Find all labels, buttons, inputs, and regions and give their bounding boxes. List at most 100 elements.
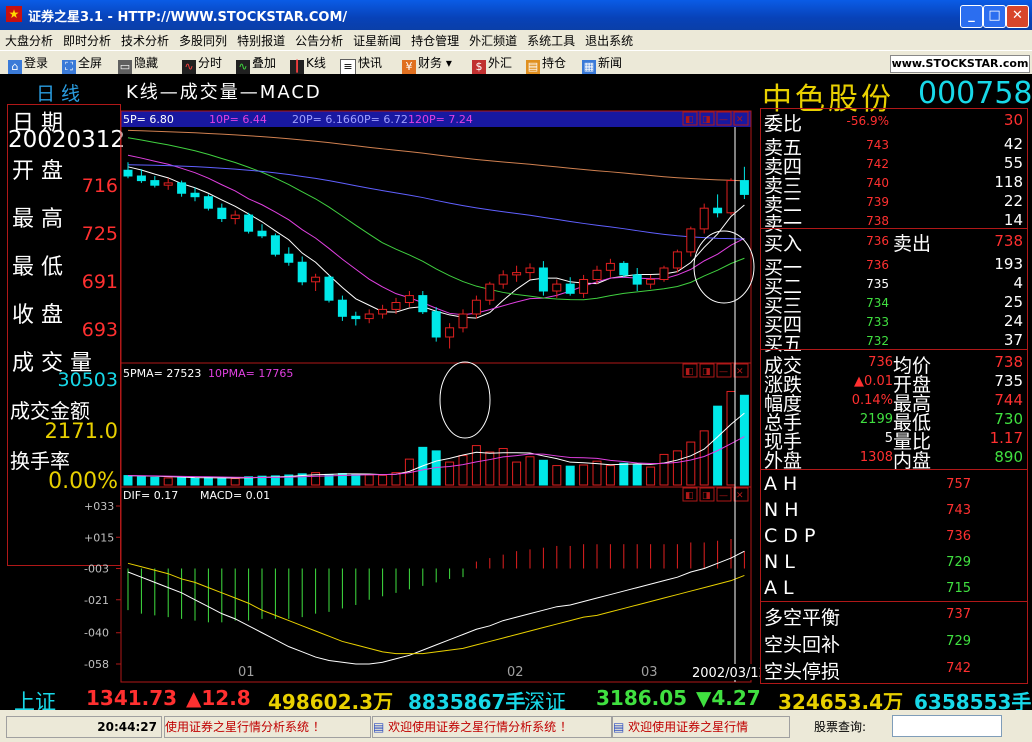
menu-announcement[interactable]: 公告分析: [290, 30, 348, 49]
candle-body: [418, 295, 428, 313]
forex-button[interactable]: $ 外汇: [472, 54, 512, 74]
candle-body: [431, 311, 441, 338]
panel-control-icon: —: [719, 115, 728, 125]
menu-multi-stock[interactable]: 多股同列: [174, 30, 232, 49]
volume-bar: [364, 474, 374, 486]
timeshare-button[interactable]: ∿ 分时: [182, 54, 222, 74]
candle-body: [163, 182, 173, 186]
sell-level-volume: 42: [1003, 135, 1023, 153]
candle-body: [404, 295, 414, 304]
candlesticks: [123, 162, 749, 349]
x-tick-feb: 02: [507, 665, 524, 680]
quote-value-2: 1.17: [989, 429, 1023, 447]
maximize-button[interactable]: □: [983, 5, 1006, 28]
menu-tools[interactable]: 系统工具: [522, 30, 580, 49]
macd-axis-label: -021: [84, 594, 109, 607]
candle-body: [471, 299, 481, 315]
app-star-icon[interactable]: ★: [6, 6, 22, 22]
signal-value: 729: [946, 555, 971, 570]
dif-info: DIF= 0.17: [123, 489, 178, 502]
position-button[interactable]: ▤ 持仓: [526, 54, 566, 74]
menu-technical-analysis[interactable]: 技术分析: [116, 30, 174, 49]
candle-body: [177, 182, 187, 194]
candle-body: [739, 180, 749, 195]
panel-control-icon: ◧: [685, 115, 694, 125]
quote-value: 2199: [859, 412, 893, 427]
candle-body: [498, 274, 508, 285]
close-button[interactable]: ✕: [1006, 5, 1029, 28]
candle-body: [123, 169, 133, 177]
candle-body: [230, 214, 240, 220]
status-message-3: ▤ 欢迎使用证券之星行情: [612, 716, 790, 738]
menu-exit[interactable]: 退出系统: [580, 30, 638, 49]
menu-special-report[interactable]: 特别报道: [232, 30, 290, 49]
ma120-info: 120P= 7.24: [408, 113, 473, 126]
buy-level-volume: 37: [1003, 331, 1023, 349]
candle-body: [592, 269, 602, 281]
menu-realtime-analysis[interactable]: 即时分析: [58, 30, 116, 49]
stockstar-logo[interactable]: www.STOCKSTAR.com: [890, 55, 1030, 73]
sell-level-volume: 118: [994, 173, 1023, 191]
express-button[interactable]: ≡ 快讯: [340, 54, 382, 75]
ma10-line: [127, 154, 745, 316]
quote-value: 736: [868, 355, 893, 370]
menu-forex[interactable]: 外汇频道: [464, 30, 522, 49]
main-area: 日 线 K线—成交量—MACD 中色股份 000758 日 期 20020312…: [0, 74, 1032, 686]
kline-button[interactable]: ┃ K线: [290, 54, 326, 74]
panel-control-icon: ◧: [685, 367, 694, 377]
x-tick-mar: 03: [641, 665, 658, 680]
sell-level-volume: 22: [1003, 192, 1023, 210]
candle-body: [136, 175, 146, 182]
macd-panel-border: [120, 486, 752, 683]
candle-body: [364, 313, 374, 320]
express-icon: ≡: [340, 59, 356, 75]
signal2-value: 742: [946, 661, 971, 676]
candle-body: [190, 192, 200, 198]
candle-body: [646, 279, 656, 285]
separator: [761, 601, 1027, 602]
menu-market-analysis[interactable]: 大盘分析: [0, 30, 58, 49]
signal2-value: 729: [946, 634, 971, 649]
candle-body: [672, 251, 682, 269]
buy-level-price: 736: [866, 258, 889, 272]
minimize-button[interactable]: _: [960, 5, 983, 28]
finance-button[interactable]: ¥ 财务 ▾: [402, 54, 452, 74]
panel-control-icon: ◨: [702, 491, 711, 501]
stock-code: 000758: [918, 76, 1032, 111]
right-quote-panel: 委比 -56.9% 30 卖五 743 42 卖四 742 55 卖三 740 118 卖二 739…: [760, 108, 1028, 684]
candle-body: [458, 313, 468, 329]
fullscreen-icon: ⛶: [62, 60, 76, 74]
menu-bar: 大盘分析 即时分析 技术分析 多股同列 特别报道 公告分析 证星新闻 持仓管理 外汇频道 系统工具…: [0, 30, 1032, 50]
fullscreen-button[interactable]: ⛶ 全屏: [62, 54, 102, 74]
buyin-price: 736: [866, 234, 889, 248]
overlay-button[interactable]: ∿ 叠加: [236, 54, 276, 74]
chart-canvas[interactable]: 5P= 6.80 10P= 6.44 20P= 6.16 60P= 6.72 1…: [0, 74, 760, 686]
volume-bar: [686, 441, 696, 486]
forex-icon: $: [472, 60, 486, 74]
volume-bar: [498, 448, 508, 486]
login-button[interactable]: ⌂ 登录: [8, 54, 48, 74]
macd-lines: [127, 550, 745, 665]
dif-line: [127, 550, 745, 665]
news-icon: ▦: [582, 60, 596, 74]
hide-button[interactable]: ▭ 隐藏: [118, 54, 158, 74]
candle-body: [552, 283, 562, 292]
ma60-info: 60P= 6.72: [350, 113, 408, 126]
menu-position[interactable]: 持仓管理: [406, 30, 464, 49]
volume-bar: [471, 445, 481, 486]
panel-control-icon: ◧: [685, 491, 694, 501]
news-button[interactable]: ▦ 新闻: [582, 54, 622, 74]
stock-search-input[interactable]: [892, 715, 1002, 737]
signal-value: 715: [946, 581, 971, 596]
quote-value-2: 738: [994, 353, 1023, 371]
candle-body: [686, 228, 696, 253]
sell-level-volume: 14: [1003, 211, 1023, 229]
status-message-2: ▤ 欢迎使用证券之星行情分析系统 ！: [372, 716, 612, 738]
volume-bar: [538, 459, 548, 486]
sell-level-price: 743: [866, 138, 889, 152]
volume-bar: [592, 460, 602, 486]
finance-icon: ¥: [402, 60, 416, 74]
candle-body: [351, 315, 361, 320]
panel-control-icon: ◨: [702, 115, 711, 125]
menu-news[interactable]: 证星新闻: [348, 30, 406, 49]
